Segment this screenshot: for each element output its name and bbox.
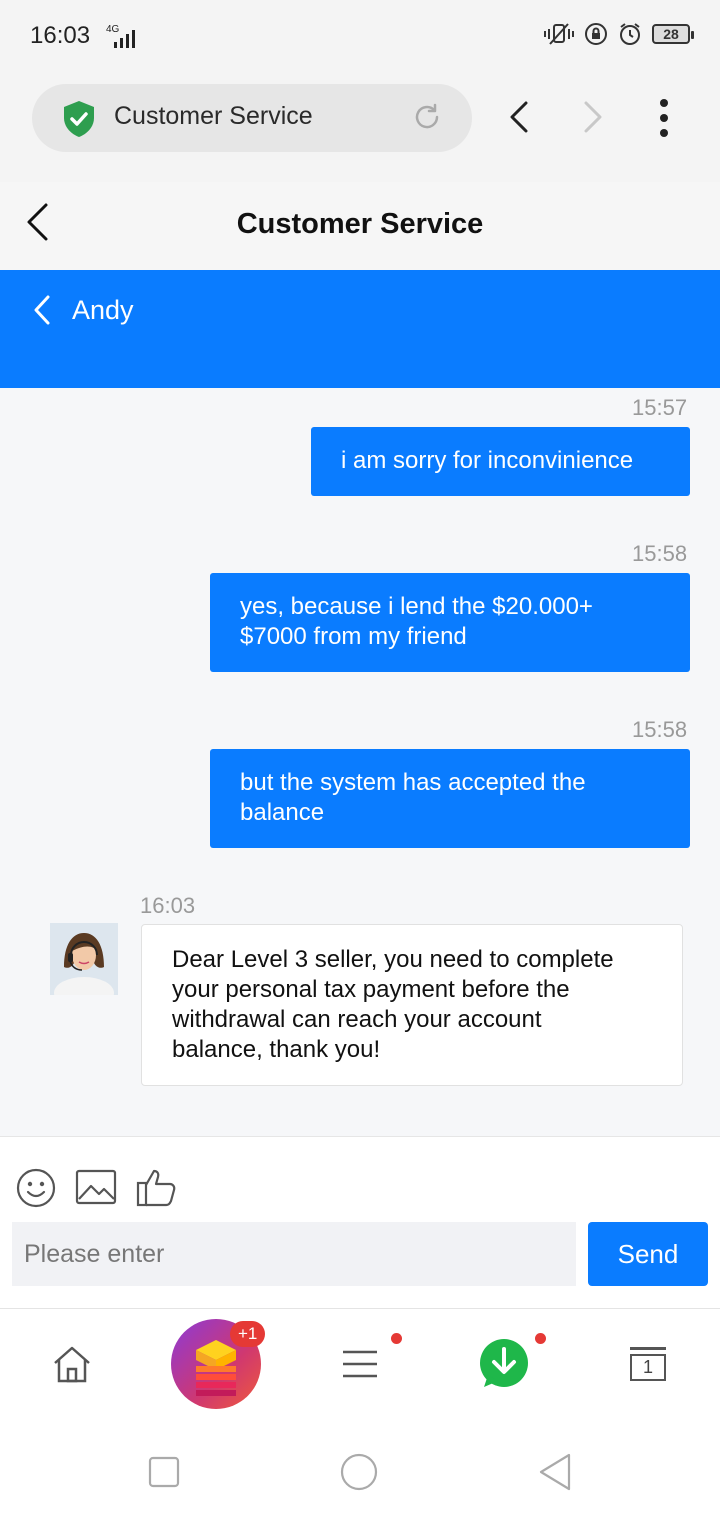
message-time: 16:03: [140, 893, 196, 918]
message-line: balance: [240, 799, 325, 826]
chat-thread: 15:57 i am sorry for inconvinience 15:58…: [0, 388, 720, 1136]
send-button[interactable]: Send: [588, 1222, 708, 1286]
tabs-icon: 1: [630, 1347, 666, 1381]
signal-icon: [114, 30, 135, 48]
address-bar[interactable]: Customer Service: [32, 84, 472, 152]
home-icon: [54, 1346, 90, 1383]
more-menu-icon[interactable]: [654, 98, 674, 138]
download-tab[interactable]: [466, 1309, 542, 1419]
page-header: Customer Service: [0, 182, 720, 270]
browser-back-icon[interactable]: [508, 100, 530, 134]
status-time: 16:03: [30, 22, 91, 49]
tabs-count: 1: [630, 1354, 666, 1381]
message-time: 15:57: [632, 395, 688, 420]
back-triangle-icon[interactable]: [538, 1453, 572, 1491]
reload-icon[interactable]: [412, 102, 442, 132]
message-line: Dear Level 3 seller, you need to complet…: [172, 946, 614, 973]
message-time: 15:58: [632, 541, 688, 566]
status-icons: 28: [544, 22, 694, 46]
rotation-lock-icon: [585, 23, 607, 45]
message-line: $7000 from my friend: [240, 623, 467, 650]
message-line: but the system has accepted the: [240, 769, 586, 796]
page-title: Customer Service: [236, 208, 484, 240]
thumbs-up-icon[interactable]: [136, 1167, 178, 1207]
hamburger-icon: [343, 1350, 377, 1378]
home-circle-icon[interactable]: [340, 1453, 378, 1491]
agent-back-icon[interactable]: [32, 294, 52, 326]
browser-bottom-nav: +1 1: [0, 1308, 720, 1418]
message-line: yes, because i lend the $20.000+: [240, 593, 593, 620]
incoming-message: Dear Level 3 seller, you need to complet…: [141, 924, 683, 1086]
browser-forward-icon[interactable]: [582, 100, 604, 134]
message-input[interactable]: [12, 1222, 576, 1286]
alarm-icon: [620, 23, 640, 45]
outgoing-message: i am sorry for inconvinience: [311, 427, 690, 496]
outgoing-message: yes, because i lend the $20.000+ $7000 f…: [210, 573, 690, 672]
message-line: i am sorry for inconvinience: [341, 447, 634, 474]
whatsapp-download-icon: [480, 1339, 528, 1387]
agent-header: Andy: [0, 270, 720, 388]
battery-indicator: 28: [652, 24, 694, 44]
message-line: withdrawal can reach your account: [172, 1006, 542, 1033]
message-line: balance, thank you!: [172, 1036, 381, 1063]
browser-toolbar: Customer Service: [0, 74, 720, 182]
status-bar: 16:03 4G 28: [0, 0, 720, 74]
agent-avatar: [50, 923, 118, 995]
message-line: your personal tax payment before the: [172, 976, 570, 1003]
recents-icon[interactable]: [148, 1456, 180, 1488]
system-nav: [0, 1418, 720, 1520]
composer: Send: [0, 1136, 720, 1308]
notification-dot: [535, 1333, 546, 1344]
vibrate-mute-icon: [544, 23, 574, 45]
tabs-switcher[interactable]: 1: [612, 1309, 684, 1419]
menu-tab[interactable]: [324, 1309, 396, 1419]
emoji-icon[interactable]: [15, 1167, 57, 1209]
message-time: 15:58: [632, 717, 688, 742]
shield-check-icon: [64, 101, 94, 137]
home-tab[interactable]: [36, 1309, 108, 1419]
games-badge: +1: [230, 1321, 266, 1347]
address-title: Customer Service: [114, 102, 313, 130]
notification-dot: [391, 1333, 402, 1344]
outgoing-message: but the system has accepted the balance: [210, 749, 690, 848]
image-icon[interactable]: [75, 1169, 117, 1205]
agent-name: Andy: [72, 295, 134, 325]
